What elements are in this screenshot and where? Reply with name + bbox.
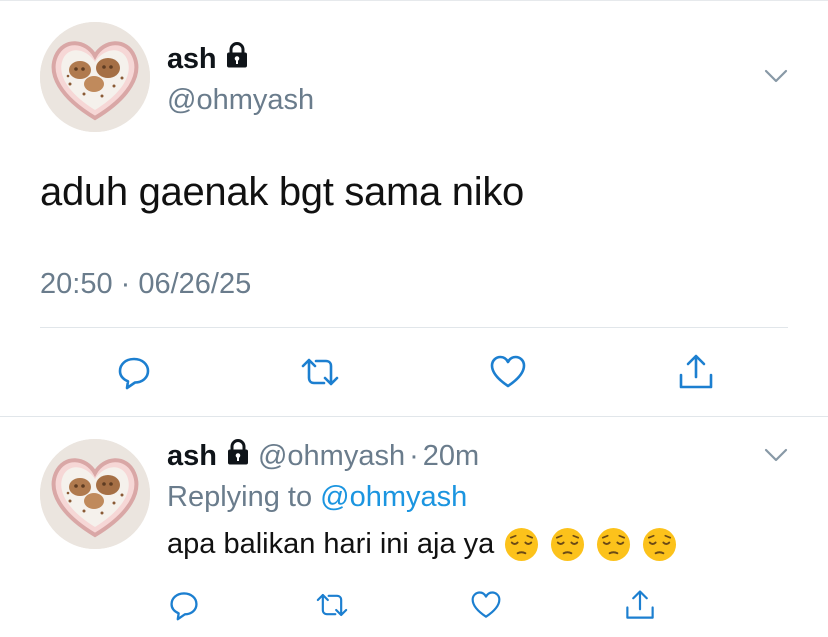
- tweet-text-content: apa balikan hari ini aja ya: [167, 528, 495, 560]
- replying-to-label: Replying to: [167, 481, 313, 513]
- tweet-timestamp[interactable]: 20:50 · 06/26/25: [40, 268, 251, 301]
- chevron-down-icon[interactable]: [764, 447, 788, 463]
- author-name[interactable]: ash: [167, 440, 217, 473]
- pensive-face-emoji: [643, 527, 677, 562]
- avatar-image: [40, 439, 150, 549]
- pensive-face-emoji: [505, 527, 539, 562]
- share-icon: [626, 590, 654, 619]
- like-icon: [471, 591, 501, 618]
- tweet-age[interactable]: 20m: [423, 440, 479, 473]
- pensive-face-emoji: [551, 527, 585, 562]
- author-handle[interactable]: @ohmyash: [258, 440, 405, 473]
- lock-icon: [226, 439, 250, 473]
- reply-icon: [118, 357, 150, 390]
- emoji-row: [504, 527, 688, 562]
- lock-icon: [225, 42, 249, 76]
- author-name[interactable]: ash: [167, 42, 249, 76]
- tweet-text: aduh gaenak bgt sama niko: [40, 170, 524, 214]
- like-icon: [490, 355, 526, 388]
- like-button[interactable]: [464, 583, 508, 627]
- reply-button[interactable]: [112, 350, 156, 394]
- author-handle[interactable]: @ohmyash: [167, 84, 314, 117]
- divider: [40, 327, 788, 328]
- share-button[interactable]: [618, 583, 662, 627]
- reply-icon: [170, 592, 198, 621]
- like-button[interactable]: [486, 350, 530, 394]
- avatar[interactable]: [40, 439, 150, 549]
- reply-tweet[interactable]: ash @ohmyash · 20m Replying to @ohmyash …: [0, 417, 828, 637]
- retweet-icon: [316, 593, 348, 617]
- share-icon: [679, 354, 713, 389]
- share-button[interactable]: [674, 350, 718, 394]
- retweet-button[interactable]: [310, 583, 354, 627]
- reply-button[interactable]: [162, 583, 206, 627]
- reply-header: ash @ohmyash · 20m: [167, 439, 479, 473]
- avatar[interactable]: [40, 22, 150, 132]
- separator: ·: [409, 439, 419, 472]
- tweet-text: apa balikan hari ini aja ya: [167, 527, 688, 562]
- main-tweet: ash @ohmyash aduh gaenak bgt sama niko 2…: [0, 0, 828, 416]
- retweet-icon: [301, 358, 339, 386]
- replying-to: Replying to @ohmyash: [167, 481, 467, 514]
- chevron-down-icon[interactable]: [764, 68, 788, 84]
- avatar-image: [40, 22, 150, 132]
- author-name-text[interactable]: ash: [167, 43, 217, 76]
- pensive-face-emoji: [597, 527, 631, 562]
- replying-to-mention[interactable]: @ohmyash: [320, 481, 467, 513]
- retweet-button[interactable]: [298, 350, 342, 394]
